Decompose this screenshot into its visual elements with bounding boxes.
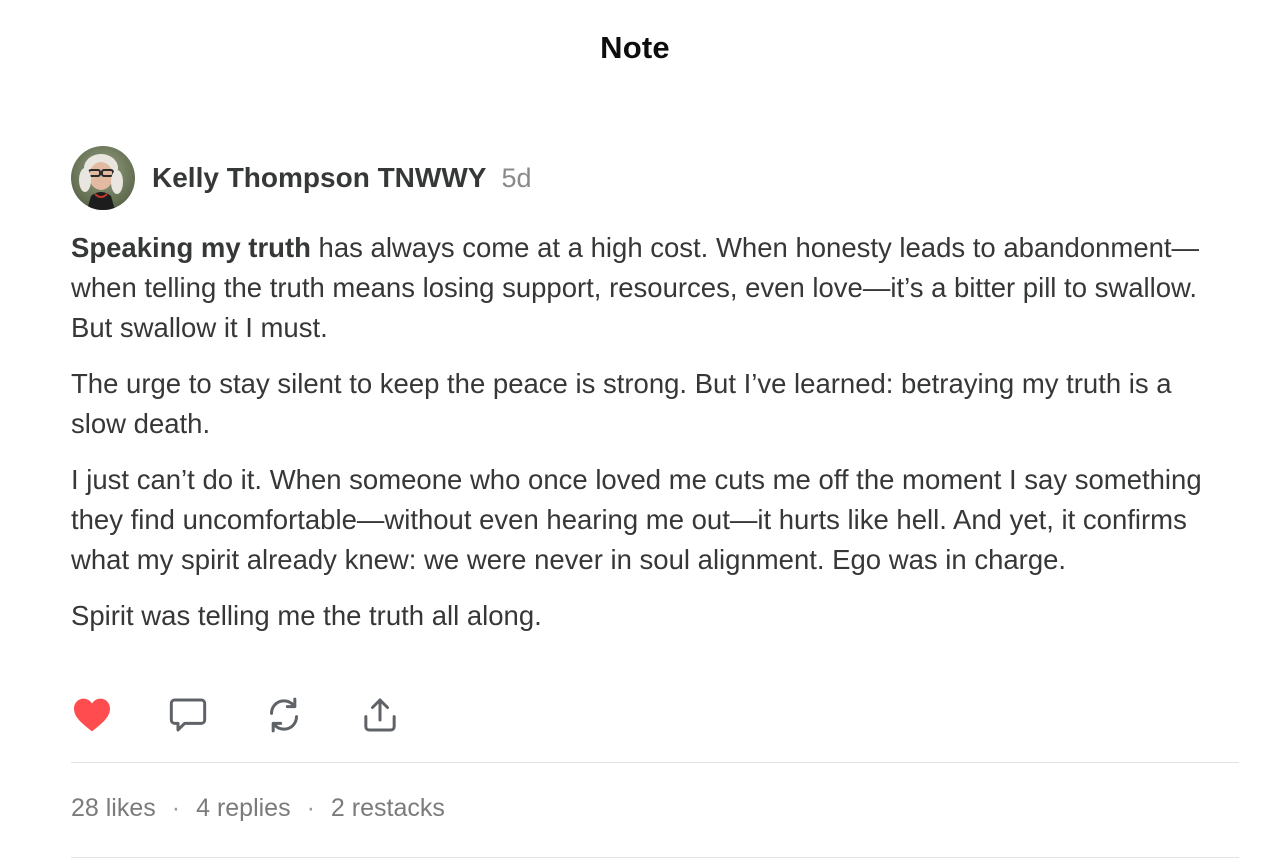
avatar-image bbox=[71, 146, 135, 210]
note-paragraph-1-bold: Speaking my truth bbox=[71, 232, 311, 263]
comment-button[interactable] bbox=[167, 694, 209, 736]
note-paragraph-3: I just can’t do it. When someone who onc… bbox=[71, 464, 1202, 575]
stats-separator: · bbox=[306, 794, 315, 822]
likes-count[interactable]: 28 likes bbox=[71, 794, 156, 823]
share-upload-icon bbox=[364, 698, 396, 732]
note-paragraph-2: The urge to stay silent to keep the peac… bbox=[71, 368, 1172, 439]
note-paragraph-1: Speaking my truth has always come at a h… bbox=[71, 228, 1231, 348]
engagement-stats: 28 likes · 4 replies · 2 restacks bbox=[71, 794, 445, 823]
heart-filled-icon bbox=[74, 698, 110, 732]
author-name[interactable]: Kelly Thompson TNWWY bbox=[152, 162, 486, 194]
post-timestamp: 5d bbox=[501, 162, 532, 193]
replies-count[interactable]: 4 replies bbox=[196, 794, 291, 823]
divider-bottom bbox=[71, 857, 1239, 858]
divider-top bbox=[71, 762, 1239, 763]
page-title: Note bbox=[600, 30, 670, 65]
restacks-count[interactable]: 2 restacks bbox=[331, 794, 445, 823]
author-row: Kelly Thompson TNWWY 5d bbox=[71, 146, 531, 210]
avatar[interactable] bbox=[71, 146, 135, 210]
note-paragraph-4: Spirit was telling me the truth all alon… bbox=[71, 600, 542, 631]
restack-button[interactable] bbox=[263, 694, 305, 736]
restack-arrows-icon bbox=[270, 697, 298, 733]
stats-separator: · bbox=[171, 794, 181, 822]
action-bar bbox=[71, 694, 455, 736]
like-button[interactable] bbox=[71, 694, 113, 736]
share-button[interactable] bbox=[359, 694, 401, 736]
speech-bubble-icon bbox=[169, 698, 207, 732]
note-body: Speaking my truth has always come at a h… bbox=[71, 228, 1231, 652]
